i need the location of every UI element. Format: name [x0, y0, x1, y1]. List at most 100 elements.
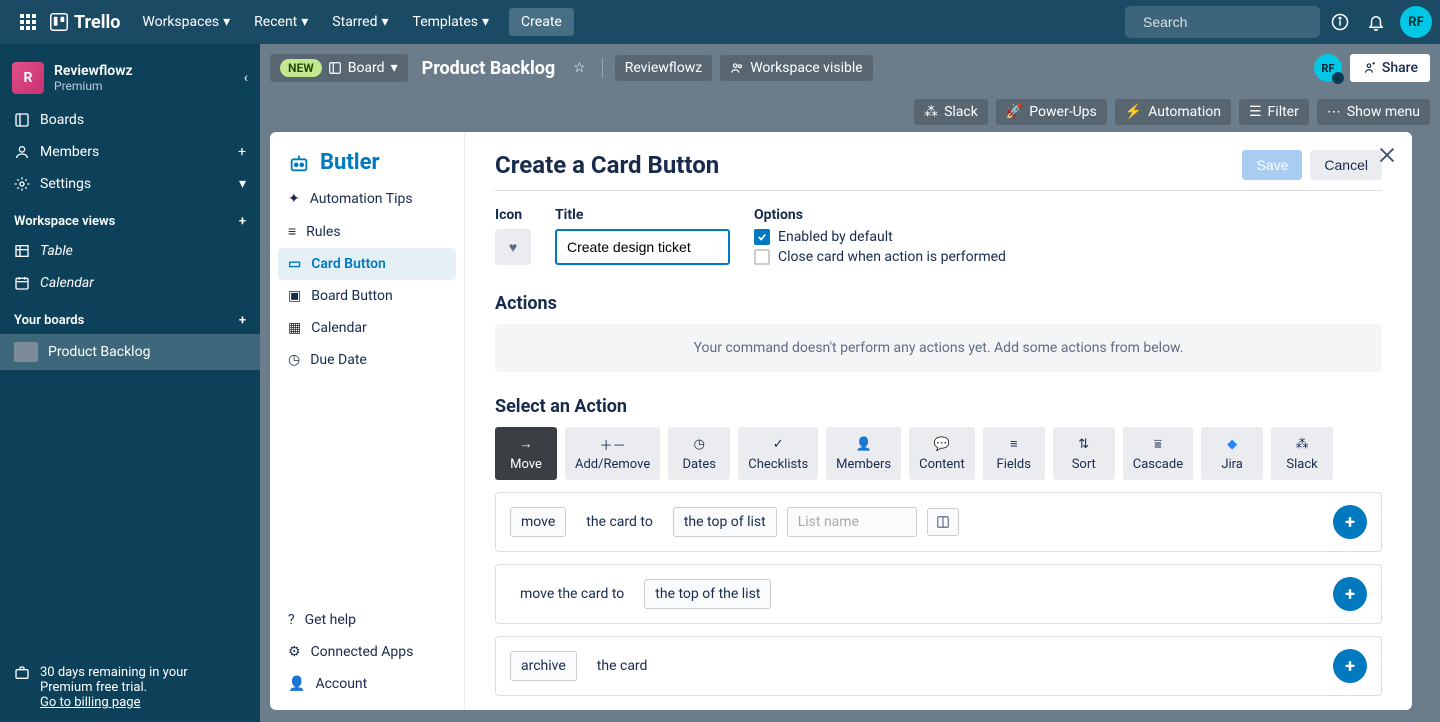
checkbox-enabled-default[interactable] [754, 229, 770, 245]
sidebar-item-label: Boards [40, 112, 84, 128]
butler-nav-account[interactable]: 👤Account [278, 668, 456, 700]
calendar-icon [14, 275, 30, 291]
sidebar-board-product-backlog[interactable]: Product Backlog [0, 334, 260, 370]
action-tab-slack[interactable]: ⁂Slack [1271, 427, 1333, 480]
butler-panel: Butler ✦Automation Tips ≡Rules ▭Card But… [270, 132, 1412, 710]
new-tag: NEW [280, 59, 322, 77]
action-tab-members[interactable]: 👤Members [826, 427, 901, 480]
create-button[interactable]: Create [509, 8, 574, 36]
info-icon[interactable] [1324, 6, 1356, 38]
sidebar-item-settings[interactable]: Settings ▾ [0, 168, 260, 200]
clock-icon: ◷ [288, 352, 300, 368]
arrow-right-icon: → [520, 435, 533, 453]
checkbox-label: Close card when action is performed [778, 249, 1006, 265]
user-icon [14, 144, 30, 160]
filter-icon: ☰ [1249, 104, 1262, 120]
rule-token: the card [587, 652, 658, 680]
board-title[interactable]: Product Backlog [422, 58, 556, 79]
workspace-sidebar: R Reviewflowz Premium ‹ Boards Members +… [0, 44, 260, 722]
rule-input-token[interactable]: List name [787, 507, 917, 537]
collapse-sidebar-button[interactable]: ‹ [244, 70, 248, 86]
title-input[interactable] [555, 229, 730, 265]
user-icon: 👤 [288, 676, 305, 692]
sidebar-item-label: Table [40, 243, 73, 259]
checkbox-close-card[interactable] [754, 249, 770, 265]
sidebar-view-table[interactable]: Table [0, 235, 260, 267]
butler-nav-help[interactable]: ?Get help [278, 604, 456, 636]
brand[interactable]: Trello [50, 12, 120, 33]
board-thumb-icon [14, 342, 38, 362]
add-view-button[interactable]: + [239, 214, 246, 229]
chevron-down-icon: ▾ [301, 14, 308, 30]
butler-nav-duedate[interactable]: ◷Due Date [278, 344, 456, 376]
board-workspace-chip[interactable]: Reviewflowz [615, 55, 713, 81]
gear-icon: ⚙ [288, 644, 301, 660]
show-menu-button[interactable]: ⋯Show menu [1317, 99, 1430, 125]
sidebar-item-members[interactable]: Members + [0, 136, 260, 168]
add-rule-button[interactable]: + [1333, 505, 1367, 539]
robot-icon [288, 152, 310, 174]
search-box[interactable] [1125, 6, 1320, 38]
butler-nav-apps[interactable]: ⚙Connected Apps [278, 636, 456, 668]
slack-button[interactable]: ⁂Slack [914, 99, 988, 125]
rule-token[interactable]: move [510, 507, 566, 537]
title-field-label: Title [555, 207, 730, 223]
sidebar-item-label: Product Backlog [48, 344, 150, 360]
star-board-button[interactable]: ☆ [569, 56, 590, 80]
action-tab-fields[interactable]: ≡Fields [983, 427, 1045, 480]
share-button[interactable]: Share [1350, 54, 1430, 82]
filter-button[interactable]: ☰Filter [1239, 99, 1309, 125]
menu-workspaces[interactable]: Workspaces ▾ [132, 10, 240, 34]
automation-button[interactable]: ⚡Automation [1115, 99, 1231, 125]
add-board-button[interactable]: + [239, 313, 246, 328]
nav-menus: Workspaces ▾ Recent ▾ Starred ▾ Template… [132, 8, 573, 36]
trial-notice: 30 days remaining in your Premium free t… [0, 653, 260, 722]
action-tab-move[interactable]: →Move [495, 427, 557, 480]
add-member-button[interactable]: + [238, 144, 246, 160]
cancel-button[interactable]: Cancel [1310, 150, 1382, 180]
menu-recent[interactable]: Recent ▾ [244, 10, 318, 34]
billing-link[interactable]: Go to billing page [40, 695, 140, 710]
workspace-views-label: Workspace views+ [0, 200, 260, 235]
board-member[interactable]: RF» [1314, 54, 1342, 82]
board-view-switcher[interactable]: NEW Board ▾ [270, 54, 408, 82]
rule-token[interactable]: the top of the list [644, 579, 771, 609]
people-icon [730, 61, 744, 75]
powerups-button[interactable]: 🚀Power-Ups [996, 99, 1107, 125]
save-button[interactable]: Save [1242, 150, 1302, 180]
sidebar-view-calendar[interactable]: Calendar [0, 267, 260, 299]
butler-nav-tips[interactable]: ✦Automation Tips [278, 183, 456, 215]
action-tab-content[interactable]: 💬Content [909, 427, 975, 480]
rule-token[interactable]: archive [510, 651, 577, 681]
actions-empty-state: Your command doesn't perform any actions… [495, 324, 1382, 372]
close-button[interactable] [1376, 144, 1398, 166]
sidebar-item-boards[interactable]: Boards [0, 104, 260, 136]
action-tab-checklists[interactable]: ✓Checklists [738, 427, 818, 480]
menu-starred[interactable]: Starred ▾ [322, 10, 398, 34]
user-avatar[interactable]: RF [1400, 6, 1432, 38]
butler-nav-card-button[interactable]: ▭Card Button [278, 248, 456, 280]
add-rule-button[interactable]: + [1333, 649, 1367, 683]
action-tab-jira[interactable]: ◆Jira [1201, 427, 1263, 480]
action-rule: archive the card + [495, 636, 1382, 696]
user-icon: 👤 [856, 435, 872, 453]
board-picker-button[interactable] [927, 508, 959, 536]
action-tab-addremove[interactable]: ＋－Add/Remove [565, 427, 660, 480]
action-tab-sort[interactable]: ⇅Sort [1053, 427, 1115, 480]
add-rule-button[interactable]: + [1333, 577, 1367, 611]
butler-title: Butler [278, 142, 456, 183]
icon-picker[interactable]: ♥ [495, 229, 531, 265]
butler-nav-rules[interactable]: ≡Rules [278, 215, 456, 248]
checkbox-label: Enabled by default [778, 229, 893, 245]
action-tab-cascade[interactable]: ⩸Cascade [1123, 427, 1193, 480]
board-visibility-chip[interactable]: Workspace visible [720, 55, 872, 81]
rule-token[interactable]: the top of list [673, 507, 777, 537]
bell-icon[interactable] [1360, 6, 1392, 38]
butler-nav-board-button[interactable]: ▣Board Button [278, 280, 456, 312]
options-label: Options [754, 207, 1006, 223]
search-input[interactable] [1143, 14, 1324, 30]
apps-icon[interactable] [12, 6, 44, 38]
butler-nav-calendar[interactable]: ▦Calendar [278, 312, 456, 344]
action-tab-dates[interactable]: ◷Dates [668, 427, 730, 480]
menu-templates[interactable]: Templates ▾ [403, 10, 500, 34]
